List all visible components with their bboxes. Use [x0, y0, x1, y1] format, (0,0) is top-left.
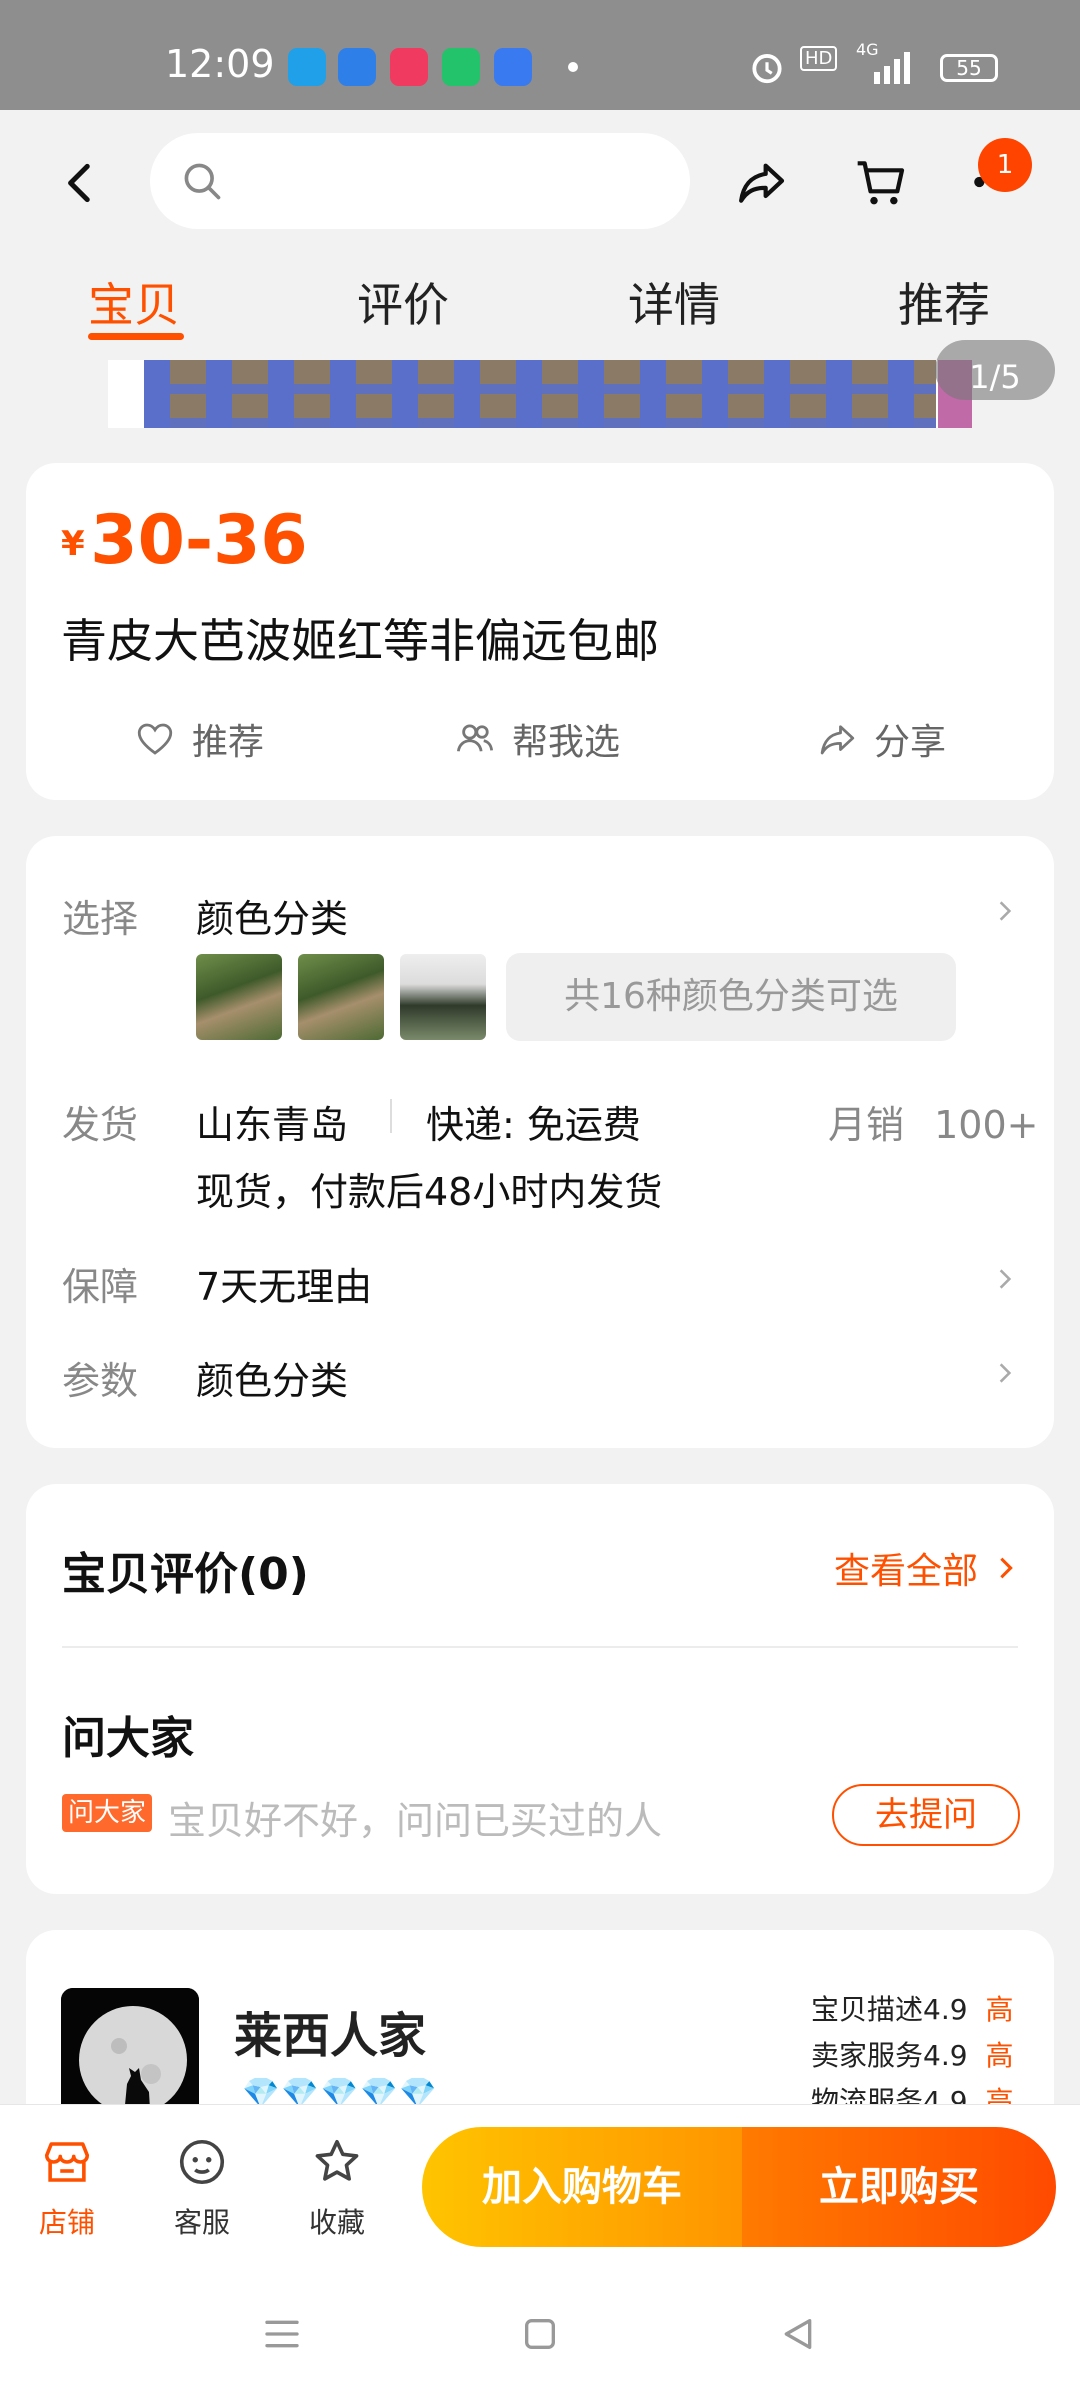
product-title: 青皮大芭波姬红等非偏远包邮 [61, 614, 659, 668]
select-value[interactable]: 颜色分类 [196, 888, 348, 943]
product-gallery[interactable] [108, 360, 972, 428]
chevron-right-icon [1000, 1557, 1013, 1579]
system-nav-bar [0, 2264, 1080, 2400]
price: ¥ 30-36 [61, 501, 308, 580]
service-icon [179, 2139, 225, 2185]
recommend-button[interactable]: 推荐 [134, 713, 264, 765]
favorite-button[interactable]: 收藏 [287, 2135, 387, 2241]
notification-dot [568, 62, 578, 72]
status-bar: 12:09 HD 4G 55 [0, 0, 1080, 110]
tab-item[interactable]: 宝贝 [88, 269, 180, 335]
tab-reviews[interactable]: 评价 [357, 269, 449, 335]
help-choose-button[interactable]: 帮我选 [454, 713, 620, 765]
share-button[interactable]: 分享 [816, 713, 946, 765]
store-icon [44, 2142, 90, 2182]
review-card: 宝贝评价(0) 查看全部 问大家 问大家 宝贝好不好，问问已买过的人 去提问 [26, 1484, 1054, 1894]
bottom-action-bar: 店铺 客服 收藏 加入购物车 立即购买 [0, 2104, 1080, 2264]
share-label: 分享 [874, 722, 947, 763]
tab-bar: 宝贝 评价 详情 推荐 [0, 255, 1080, 360]
monthly-sales-label: 月销 [828, 1103, 905, 1147]
add-to-cart-button[interactable]: 加入购物车 [422, 2127, 742, 2247]
search-input[interactable] [150, 133, 690, 229]
message-app-icon [494, 48, 532, 86]
info-card: 选择 颜色分类 共16种颜色分类可选 发货 山东青岛 快递: 免运费 月销 10… [26, 836, 1054, 1448]
monthly-sales-value: 100+ [934, 1103, 1039, 1147]
video-app-icon [390, 48, 428, 86]
rating-level: 高 [985, 1993, 1014, 2026]
gallery-counter: 1/5 [935, 340, 1055, 400]
help-choose-label: 帮我选 [512, 722, 621, 763]
heart-icon [137, 723, 173, 755]
telegram-icon [288, 48, 326, 86]
tab-recommend[interactable]: 推荐 [898, 269, 990, 335]
rating-level: 高 [985, 2039, 1014, 2072]
chevron-right-icon[interactable] [992, 1266, 1018, 1292]
see-all-label: 查看全部 [834, 1551, 979, 1592]
menu-icon[interactable] [262, 2314, 302, 2354]
signal-icon [874, 52, 910, 84]
service-label: 客服 [173, 2206, 230, 2239]
back-icon[interactable] [56, 158, 106, 208]
divider [390, 1099, 392, 1133]
rating-label: 宝贝描述4.9 [811, 1993, 968, 2026]
chevron-right-icon[interactable] [992, 1360, 1018, 1386]
select-label: 选择 [62, 897, 139, 941]
tab-details[interactable]: 详情 [628, 269, 720, 335]
store-name[interactable]: 莱西人家 [234, 1996, 426, 2066]
variant-thumbnail[interactable] [196, 954, 282, 1040]
variant-thumbnail[interactable] [298, 954, 384, 1040]
shipping-label: 发货 [62, 1103, 139, 1147]
params-label: 参数 [62, 1359, 139, 1403]
price-value: 30-36 [90, 501, 308, 580]
cart-badge: 1 [978, 138, 1032, 192]
shipping-origin: 山东青岛 [196, 1103, 349, 1147]
rating-description: 宝贝描述4.9 高 [811, 1988, 1014, 2028]
product-image [144, 360, 936, 428]
variant-thumbnail[interactable] [400, 954, 486, 1040]
guarantee-label: 保障 [62, 1265, 139, 1309]
tab-active-indicator [88, 333, 184, 340]
guarantee-value[interactable]: 7天无理由 [196, 1256, 372, 1311]
qa-placeholder[interactable]: 宝贝好不好，问问已买过的人 [168, 1790, 662, 1845]
shipping-time: 现货，付款后48小时内发货 [196, 1170, 663, 1214]
top-header: 1 [0, 110, 1080, 255]
monthly-sales: 月销 100+ [828, 1094, 1038, 1149]
qa-title: 问大家 [62, 1713, 194, 1764]
store-button[interactable]: 店铺 [17, 2135, 117, 2241]
divider [62, 1646, 1018, 1648]
reviews-title: 宝贝评价(0) [62, 1549, 309, 1600]
recommend-label: 推荐 [192, 722, 265, 763]
ask-question-button[interactable]: 去提问 [832, 1784, 1020, 1846]
price-card: ¥ 30-36 青皮大芭波姬红等非偏远包邮 推荐 帮我选 分享 [26, 463, 1054, 800]
browser-icon [338, 48, 376, 86]
alarm-icon [752, 54, 782, 84]
status-time: 12:09 [165, 42, 275, 86]
home-icon[interactable] [520, 2314, 560, 2354]
customer-service-button[interactable]: 客服 [152, 2135, 252, 2241]
buy-now-button[interactable]: 立即购买 [742, 2127, 1056, 2247]
chevron-right-icon[interactable] [992, 898, 1018, 924]
cart-icon[interactable] [853, 154, 909, 210]
store-label: 店铺 [38, 2206, 95, 2239]
favorite-label: 收藏 [308, 2206, 365, 2239]
back-nav-icon[interactable] [778, 2314, 818, 2354]
variant-count-button[interactable]: 共16种颜色分类可选 [506, 953, 956, 1041]
rating-service: 卖家服务4.9 高 [811, 2034, 1014, 2074]
see-all-link[interactable]: 查看全部 [834, 1542, 1020, 1594]
people-icon [456, 724, 494, 752]
battery-indicator: 55 [940, 54, 998, 82]
star-icon [315, 2139, 359, 2181]
shipping-method: 快递: 免运费 [426, 1103, 641, 1147]
share-icon[interactable] [733, 154, 789, 210]
params-value[interactable]: 颜色分类 [196, 1350, 348, 1405]
hd-icon: HD [800, 46, 838, 71]
search-icon [184, 163, 221, 200]
currency-symbol: ¥ [61, 524, 85, 564]
qa-tag: 问大家 [62, 1794, 153, 1832]
chat-app-icon [442, 48, 480, 86]
rating-label: 卖家服务4.9 [811, 2039, 968, 2072]
share-icon [820, 725, 855, 755]
